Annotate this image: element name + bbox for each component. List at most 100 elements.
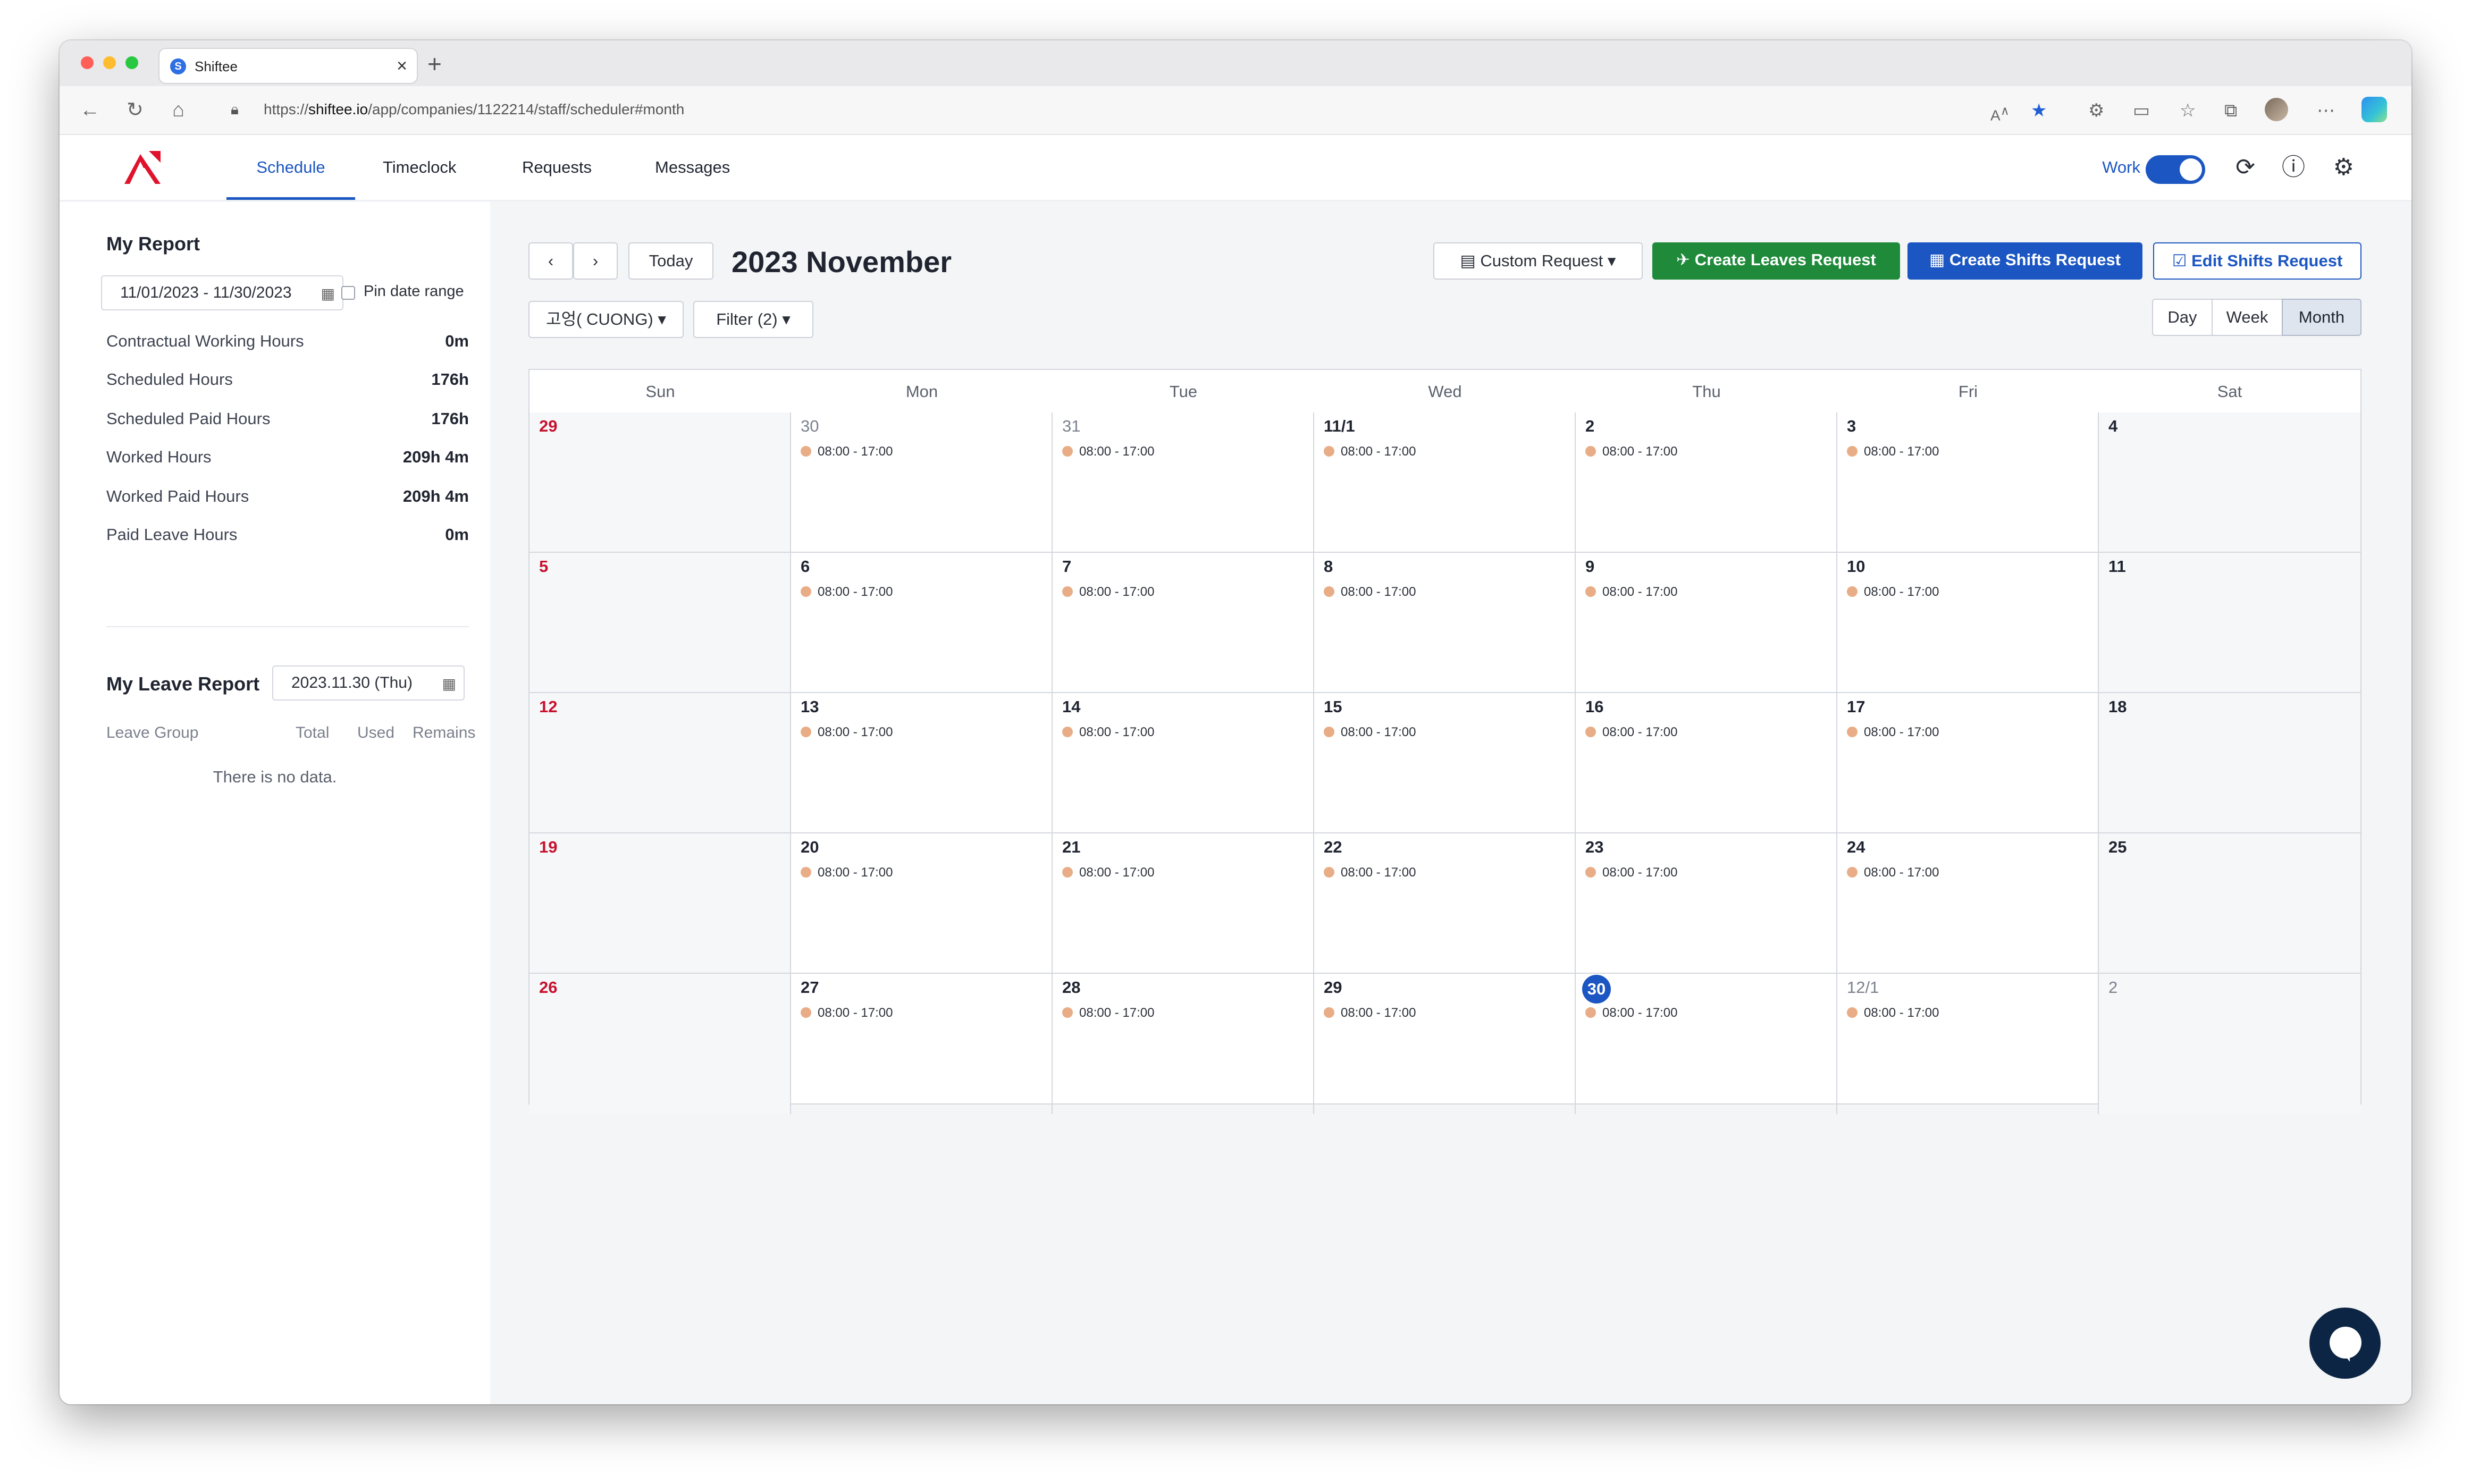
reload-icon[interactable]: ↻ — [127, 98, 144, 122]
calendar-day-cell[interactable]: 2 08:00 - 17:00 — [1576, 412, 1837, 553]
next-month-button[interactable]: › — [573, 242, 618, 280]
calendar-day-cell[interactable]: 8 08:00 - 17:00 — [1314, 553, 1576, 693]
shift-entry[interactable]: 08:00 - 17:00 — [1847, 865, 1939, 880]
calendar-day-cell[interactable]: 11 — [2099, 553, 2360, 693]
tab-close-icon[interactable]: × — [397, 55, 407, 77]
work-mode-toggle[interactable] — [2146, 155, 2205, 184]
calendar-day-cell[interactable]: 23 08:00 - 17:00 — [1576, 833, 1837, 974]
shift-entry[interactable]: 08:00 - 17:00 — [1847, 1006, 1939, 1021]
shift-entry[interactable]: 08:00 - 17:00 — [1585, 444, 1677, 459]
calendar-day-cell[interactable]: 28 08:00 - 17:00 — [1053, 974, 1314, 1114]
shift-entry[interactable]: 08:00 - 17:00 — [1585, 585, 1677, 600]
profile-avatar[interactable] — [2265, 98, 2288, 121]
shift-entry[interactable]: 08:00 - 17:00 — [1062, 585, 1154, 600]
close-window-button[interactable] — [81, 56, 94, 69]
calendar-day-cell[interactable]: 17 08:00 - 17:00 — [1837, 693, 2099, 833]
calendar-day-cell[interactable]: 9 08:00 - 17:00 — [1576, 553, 1837, 693]
calendar-day-cell[interactable]: 19 — [530, 833, 791, 974]
home-icon[interactable]: ⌂ — [172, 98, 184, 122]
today-button[interactable]: Today — [628, 242, 713, 280]
calendar-day-cell[interactable]: 15 08:00 - 17:00 — [1314, 693, 1576, 833]
view-day-button[interactable]: Day — [2152, 299, 2213, 336]
calendar-day-cell[interactable]: 20 08:00 - 17:00 — [791, 833, 1053, 974]
shift-entry[interactable]: 08:00 - 17:00 — [1324, 1006, 1416, 1021]
shift-entry[interactable]: 08:00 - 17:00 — [801, 725, 893, 740]
shift-entry[interactable]: 08:00 - 17:00 — [1062, 865, 1154, 880]
calendar-day-cell[interactable]: 25 — [2099, 833, 2360, 974]
calendar-day-cell[interactable]: 16 08:00 - 17:00 — [1576, 693, 1837, 833]
calendar-day-cell[interactable]: 18 — [2099, 693, 2360, 833]
calendar-day-cell[interactable]: 12/1 08:00 - 17:00 — [1837, 974, 2099, 1114]
pin-date-range-label[interactable]: Pin date range — [364, 283, 464, 300]
collections-icon[interactable]: ⧉ — [2224, 100, 2237, 121]
browser-tab[interactable]: S Shiftee × — [159, 49, 417, 83]
shift-entry[interactable]: 08:00 - 17:00 — [1585, 725, 1677, 740]
calendar-day-cell[interactable]: 12 — [530, 693, 791, 833]
shift-entry[interactable]: 08:00 - 17:00 — [1847, 725, 1939, 740]
calendar-day-cell[interactable]: 29 08:00 - 17:00 — [1314, 974, 1576, 1114]
view-month-button[interactable]: Month — [2282, 299, 2361, 336]
calendar-day-cell[interactable]: 4 — [2099, 412, 2360, 553]
calendar-day-cell[interactable]: 30 08:00 - 17:00 — [1576, 974, 1837, 1114]
calendar-day-cell[interactable]: 3 08:00 - 17:00 — [1837, 412, 2099, 553]
help-icon[interactable]: ⓘ — [2282, 154, 2305, 181]
calendar-day-cell[interactable]: 26 — [530, 974, 791, 1114]
settings-icon[interactable]: ⚙︎ — [2333, 154, 2354, 181]
shift-entry[interactable]: 08:00 - 17:00 — [1062, 1006, 1154, 1021]
calendar-day-cell[interactable]: 11/1 08:00 - 17:00 — [1314, 412, 1576, 553]
shift-entry[interactable]: 08:00 - 17:00 — [1585, 1006, 1677, 1021]
extensions-icon[interactable]: ⚙︎ — [2088, 100, 2104, 121]
sync-icon[interactable]: ⟳ — [2235, 154, 2255, 181]
shiftee-logo-icon[interactable] — [122, 149, 163, 186]
pin-date-range-checkbox[interactable] — [341, 286, 355, 300]
shift-entry[interactable]: 08:00 - 17:00 — [1847, 585, 1939, 600]
calendar-day-cell[interactable]: 14 08:00 - 17:00 — [1053, 693, 1314, 833]
calendar-day-cell[interactable]: 24 08:00 - 17:00 — [1837, 833, 2099, 974]
calendar-day-cell[interactable]: 30 08:00 - 17:00 — [791, 412, 1053, 553]
copilot-icon[interactable] — [2361, 97, 2387, 122]
shift-entry[interactable]: 08:00 - 17:00 — [1062, 444, 1154, 459]
cast-icon[interactable]: ▭ — [2133, 100, 2150, 121]
back-icon[interactable]: ← — [80, 98, 100, 122]
shift-entry[interactable]: 08:00 - 17:00 — [1324, 725, 1416, 740]
prev-month-button[interactable]: ‹ — [528, 242, 573, 280]
read-aloud-icon[interactable]: A∧ — [1990, 100, 2010, 126]
address-bar[interactable]: https://shiftee.io/app/companies/1122214… — [264, 101, 684, 118]
calendar-day-cell[interactable]: 27 08:00 - 17:00 — [791, 974, 1053, 1114]
nav-messages[interactable]: Messages — [655, 135, 730, 200]
nav-schedule[interactable]: Schedule — [226, 135, 355, 200]
shift-entry[interactable]: 08:00 - 17:00 — [1585, 865, 1677, 880]
maximize-window-button[interactable] — [125, 56, 138, 69]
date-range-picker[interactable]: 11/01/2023 - 11/30/2023 ▦ — [101, 275, 343, 310]
calendar-day-cell[interactable]: 6 08:00 - 17:00 — [791, 553, 1053, 693]
shift-entry[interactable]: 08:00 - 17:00 — [1324, 865, 1416, 880]
favorite-star-icon[interactable]: ★ — [2031, 100, 2047, 121]
favorites-icon[interactable]: ☆ — [2180, 100, 2196, 121]
calendar-day-cell[interactable]: 13 08:00 - 17:00 — [791, 693, 1053, 833]
chat-launcher-button[interactable] — [2309, 1308, 2381, 1379]
calendar-day-cell[interactable]: 31 08:00 - 17:00 — [1053, 412, 1314, 553]
minimize-window-button[interactable] — [103, 56, 116, 69]
create-shifts-request-button[interactable]: ▦ Create Shifts Request — [1907, 242, 2142, 280]
employee-select[interactable]: 고엉( CUONG) ▾ — [528, 301, 684, 338]
edit-shifts-request-button[interactable]: ☑ Edit Shifts Request — [2153, 242, 2361, 280]
calendar-day-cell[interactable]: 29 — [530, 412, 791, 553]
create-leaves-request-button[interactable]: ✈ Create Leaves Request — [1652, 242, 1900, 280]
nav-requests[interactable]: Requests — [522, 135, 592, 200]
leave-date-picker[interactable]: 2023.11.30 (Thu) ▦ — [272, 665, 465, 701]
nav-timeclock[interactable]: Timeclock — [383, 135, 456, 200]
lock-icon[interactable]: 🔒︎ — [231, 101, 239, 119]
shift-entry[interactable]: 08:00 - 17:00 — [801, 444, 893, 459]
shift-entry[interactable]: 08:00 - 17:00 — [801, 1006, 893, 1021]
shift-entry[interactable]: 08:00 - 17:00 — [1324, 585, 1416, 600]
calendar-day-cell[interactable]: 5 — [530, 553, 791, 693]
shift-entry[interactable]: 08:00 - 17:00 — [801, 585, 893, 600]
shift-entry[interactable]: 08:00 - 17:00 — [1324, 444, 1416, 459]
calendar-day-cell[interactable]: 10 08:00 - 17:00 — [1837, 553, 2099, 693]
new-tab-button[interactable]: + — [427, 48, 442, 80]
shift-entry[interactable]: 08:00 - 17:00 — [801, 865, 893, 880]
shift-entry[interactable]: 08:00 - 17:00 — [1847, 444, 1939, 459]
calendar-day-cell[interactable]: 22 08:00 - 17:00 — [1314, 833, 1576, 974]
custom-request-button[interactable]: ▤ Custom Request ▾ — [1433, 242, 1643, 280]
calendar-day-cell[interactable]: 21 08:00 - 17:00 — [1053, 833, 1314, 974]
